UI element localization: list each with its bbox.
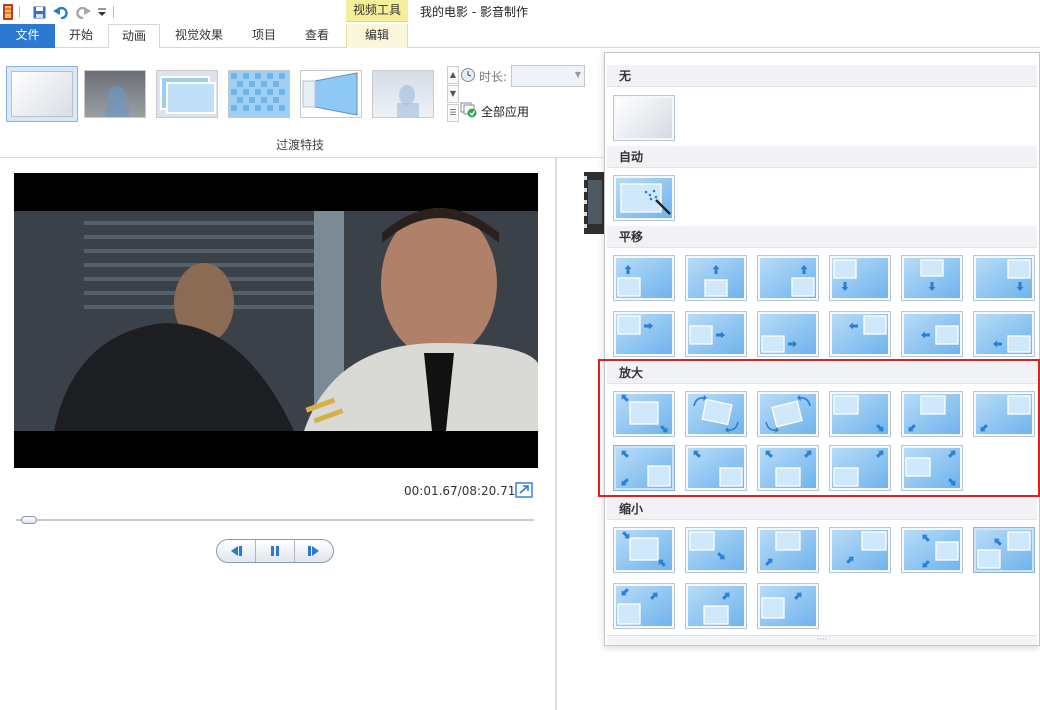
- duration-row: 时长: ▼: [460, 65, 586, 87]
- window-title: 我的电影 - 影音制作: [420, 5, 528, 19]
- effect-zoom-out-8[interactable]: [685, 583, 747, 629]
- fullscreen-icon[interactable]: [515, 482, 533, 498]
- section-pan-header: 平移: [607, 226, 1037, 248]
- transition-gallery: ▲ ▼ ☰: [6, 66, 459, 126]
- transition-crossfade-thumb[interactable]: [84, 70, 146, 118]
- seek-thumb[interactable]: [21, 516, 38, 524]
- effect-zoom-in-9[interactable]: [757, 445, 819, 491]
- transition-door-thumb[interactable]: [300, 70, 362, 118]
- effect-auto[interactable]: [613, 175, 675, 221]
- ribbon-tabs: 文件 开始 动画 视觉效果 项目 查看 编辑: [0, 24, 1040, 49]
- effect-pan-6[interactable]: [973, 255, 1035, 301]
- clock-icon: [460, 67, 476, 86]
- gallery-expand[interactable]: ☰: [447, 104, 459, 122]
- previous-frame-button[interactable]: [217, 540, 256, 562]
- transition-flip-thumb[interactable]: [156, 70, 218, 118]
- tab-project[interactable]: 项目: [240, 24, 288, 48]
- seek-track: [16, 519, 534, 521]
- chevron-down-icon[interactable]: ▼: [575, 70, 581, 79]
- storyboard-clip[interactable]: [584, 172, 604, 234]
- title-bar: 视频工具 我的电影 - 影音制作: [0, 0, 1040, 24]
- effect-zoom-in-2[interactable]: [685, 391, 747, 437]
- effect-zoom-in-8[interactable]: [685, 445, 747, 491]
- duration-label: 时长:: [479, 69, 508, 84]
- tab-file[interactable]: 文件: [0, 24, 55, 48]
- tab-home[interactable]: 开始: [57, 24, 105, 48]
- video-tools-context-label: 视频工具: [346, 0, 408, 22]
- effect-pan-4[interactable]: [829, 255, 891, 301]
- effect-pan-8[interactable]: [685, 311, 747, 357]
- effect-zoom-in-11[interactable]: [901, 445, 963, 491]
- gallery-scroll-up[interactable]: ▲: [447, 66, 459, 84]
- redo-icon[interactable]: [74, 3, 92, 21]
- pause-button[interactable]: [256, 540, 295, 562]
- effect-pan-9[interactable]: [757, 311, 819, 357]
- section-zoom-in-header: 放大: [607, 362, 1037, 384]
- effect-zoom-out-6[interactable]: [973, 527, 1035, 573]
- effect-zoom-out-5[interactable]: [901, 527, 963, 573]
- apply-all-button[interactable]: 全部应用: [460, 102, 529, 121]
- separator: [110, 3, 116, 21]
- playback-controls: [216, 539, 334, 563]
- effect-zoom-out-9[interactable]: [757, 583, 819, 629]
- save-icon[interactable]: [30, 3, 48, 21]
- pan-zoom-dropdown: 无自动平移放大缩小 ····: [604, 52, 1040, 646]
- tab-visual-effects[interactable]: 视觉效果: [164, 24, 234, 48]
- apply-all-icon: [460, 102, 478, 121]
- section-zoom-out-header: 缩小: [607, 498, 1037, 520]
- effect-zoom-in-5[interactable]: [901, 391, 963, 437]
- ribbon-group-label: 过渡特技: [275, 138, 324, 152]
- section-auto-header: 自动: [607, 146, 1037, 168]
- effect-zoom-in-6[interactable]: [973, 391, 1035, 437]
- effect-none[interactable]: [613, 95, 675, 141]
- tab-animations[interactable]: 动画: [108, 24, 160, 49]
- effect-zoom-out-7[interactable]: [613, 583, 675, 629]
- effect-zoom-out-3[interactable]: [757, 527, 819, 573]
- effect-zoom-in-3[interactable]: [757, 391, 819, 437]
- effect-zoom-in-10[interactable]: [829, 445, 891, 491]
- effect-zoom-out-1[interactable]: [613, 527, 675, 573]
- transition-mosaic-thumb[interactable]: [228, 70, 290, 118]
- next-frame-button[interactable]: [295, 540, 333, 562]
- tab-view[interactable]: 查看: [293, 24, 341, 48]
- effect-pan-2[interactable]: [685, 255, 747, 301]
- pane-divider[interactable]: [555, 158, 557, 710]
- undo-icon[interactable]: [52, 3, 70, 21]
- effect-pan-12[interactable]: [973, 311, 1035, 357]
- gallery-scroll-down[interactable]: ▼: [447, 85, 459, 103]
- effect-zoom-out-4[interactable]: [829, 527, 891, 573]
- tab-edit[interactable]: 编辑: [346, 24, 408, 48]
- transition-dissolve-thumb[interactable]: [372, 70, 434, 118]
- effect-pan-3[interactable]: [757, 255, 819, 301]
- effect-pan-1[interactable]: [613, 255, 675, 301]
- ribbon-panel: ▲ ▼ ☰ 时长: ▼ 全部应用 过渡特技: [0, 48, 604, 158]
- effect-zoom-in-1[interactable]: [613, 391, 675, 437]
- separator: [16, 3, 22, 21]
- effect-zoom-out-2[interactable]: [685, 527, 747, 573]
- effect-zoom-in-7[interactable]: [613, 445, 675, 491]
- section-none-header: 无: [607, 65, 1037, 87]
- app-icon[interactable]: [0, 3, 16, 21]
- transition-none-thumb[interactable]: [6, 66, 78, 122]
- effect-pan-7[interactable]: [613, 311, 675, 357]
- effect-pan-11[interactable]: [901, 311, 963, 357]
- seek-bar[interactable]: [16, 516, 534, 524]
- preview-pane: 00:01.67/08:20.71: [0, 158, 556, 710]
- effect-pan-5[interactable]: [901, 255, 963, 301]
- customize-toolbar-icon[interactable]: [96, 3, 108, 21]
- effect-zoom-in-4[interactable]: [829, 391, 891, 437]
- panel-resize-grip[interactable]: ····: [607, 635, 1037, 645]
- timecode-display: 00:01.67/08:20.71: [404, 484, 516, 498]
- video-preview[interactable]: [14, 173, 538, 468]
- apply-all-label: 全部应用: [481, 105, 530, 119]
- effect-pan-10[interactable]: [829, 311, 891, 357]
- duration-input[interactable]: ▼: [511, 65, 586, 87]
